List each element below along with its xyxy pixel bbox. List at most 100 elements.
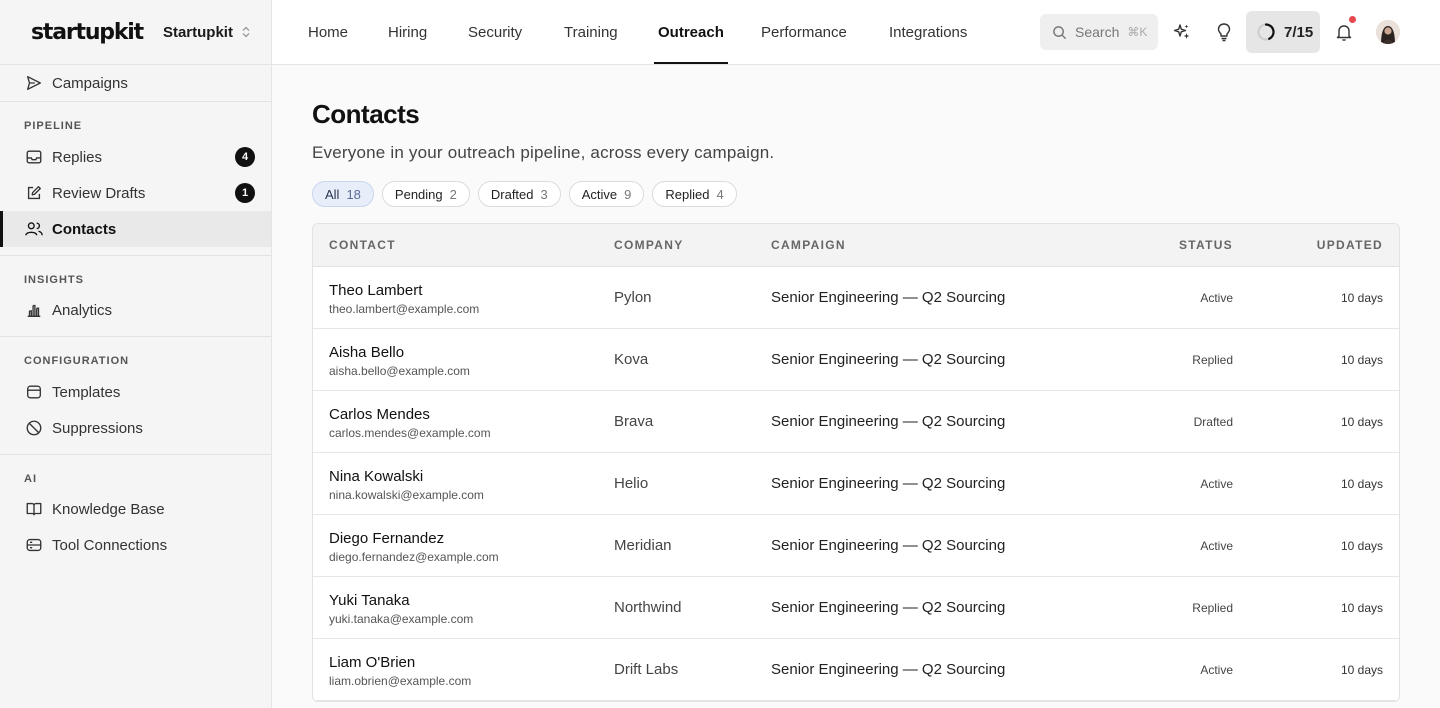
contact-name: Nina Kowalski: [329, 468, 424, 485]
replies-count-badge: 4: [235, 147, 255, 167]
contact-company: Drift Labs: [614, 661, 679, 678]
contact-name: Theo Lambert: [329, 282, 423, 299]
status-badge: Active: [1200, 477, 1233, 491]
contact-email: yuki.tanaka@example.com: [329, 612, 474, 626]
setup-progress-text: 7/15: [1284, 23, 1314, 41]
table-row[interactable]: Carlos Mendes carlos.mendes@example.com Br…: [313, 391, 1399, 453]
sidebar-item-contacts[interactable]: Contacts: [0, 211, 271, 247]
search-placeholder: Search: [1075, 24, 1120, 40]
notifications-bell-icon[interactable]: [1330, 16, 1358, 46]
sidebar-item-label: Tool Connections: [52, 536, 168, 554]
contact-name: Aisha Bello: [329, 344, 405, 361]
table-row[interactable]: Diego Fernandez diego.fernandez@example.c…: [313, 515, 1399, 577]
status-badge: Active: [1200, 539, 1233, 553]
contact-campaign: Senior Engineering — Q2 Sourcing: [771, 475, 1006, 492]
contact-updated: 10 days: [1340, 601, 1383, 615]
ai-sparkles-icon[interactable]: [1168, 18, 1196, 46]
sidebar-item-label: Analytics: [52, 301, 113, 319]
sidebar-item-label: Suppressions: [52, 419, 143, 437]
tab-home[interactable]: Home: [308, 0, 348, 64]
contact-company: Meridian: [614, 537, 672, 554]
status-badge: Replied: [1192, 601, 1233, 615]
contact-updated: 10 days: [1340, 415, 1383, 429]
filter-chip-count: 4: [716, 186, 724, 202]
sidebar-item-tool-connections[interactable]: Tool Connections: [0, 527, 271, 563]
contact-email: aisha.bello@example.com: [329, 364, 470, 378]
lightbulb-icon[interactable]: [1210, 18, 1238, 46]
filter-chip-count: 9: [624, 186, 632, 202]
table-row[interactable]: Aisha Bello aisha.bello@example.com Kova Se…: [313, 329, 1399, 391]
sidebar-item-templates[interactable]: Templates: [0, 374, 271, 410]
column-header-campaign[interactable]: CAMPAIGN: [771, 238, 846, 252]
sidebar-item-suppressions[interactable]: Suppressions: [0, 410, 271, 446]
column-header-company[interactable]: COMPANY: [614, 238, 684, 252]
main-content: Contacts Everyone in your outreach pipel…: [272, 65, 1440, 708]
sidebar-item-label: Knowledge Base: [52, 500, 165, 518]
tab-integrations[interactable]: Integrations: [889, 0, 967, 64]
contact-campaign: Senior Engineering — Q2 Sourcing: [771, 537, 1006, 554]
contact-updated: 10 days: [1340, 477, 1383, 491]
section-label-configuration: CONFIGURATION: [24, 355, 130, 367]
contact-company: Kova: [614, 351, 649, 368]
filter-chip-label: Replied: [665, 186, 710, 202]
avatar[interactable]: [1376, 20, 1400, 44]
inbox-icon: [24, 147, 44, 167]
contact-name: Diego Fernandez: [329, 530, 445, 547]
filter-chip-count: 3: [540, 186, 548, 202]
sidebar-divider: [0, 454, 271, 455]
filter-chip-count: 2: [449, 186, 457, 202]
contact-updated: 10 days: [1340, 539, 1383, 553]
pencil-square-icon: [24, 183, 44, 203]
table-body: Theo Lambert theo.lambert@example.com Pylo…: [313, 267, 1399, 701]
sidebar-item-label: Campaigns: [52, 74, 128, 92]
table-row[interactable]: Yuki Tanaka yuki.tanaka@example.com Northw…: [313, 577, 1399, 639]
contact-name: Carlos Mendes: [329, 406, 430, 423]
contact-campaign: Senior Engineering — Q2 Sourcing: [771, 289, 1006, 306]
column-header-updated[interactable]: UPDATED: [1317, 238, 1383, 252]
filter-chip-active[interactable]: Active 9: [568, 181, 645, 207]
tab-performance[interactable]: Performance: [761, 0, 847, 64]
tab-training[interactable]: Training: [564, 0, 618, 64]
setup-progress-button[interactable]: 7/15: [1246, 11, 1320, 53]
sidebar-item-review-drafts[interactable]: Review Drafts 1: [0, 175, 271, 211]
page-subtitle: Everyone in your outreach pipeline, acro…: [312, 143, 775, 162]
section-label-ai: AI: [24, 473, 37, 485]
filter-chip-pending[interactable]: Pending 2: [381, 181, 470, 207]
tab-outreach[interactable]: Outreach: [654, 0, 728, 64]
column-header-contact[interactable]: CONTACT: [329, 238, 396, 252]
workspace-name: Startupkit: [162, 23, 233, 41]
filter-chip-drafted[interactable]: Drafted 3: [477, 181, 561, 207]
contact-email: diego.fernandez@example.com: [329, 550, 499, 564]
contact-company: Northwind: [614, 599, 682, 616]
sidebar-item-campaigns[interactable]: Campaigns: [0, 65, 271, 101]
search-input[interactable]: Search ⌘K: [1040, 14, 1158, 50]
tab-hiring[interactable]: Hiring: [388, 0, 427, 64]
filter-chip-label: Pending: [394, 186, 443, 202]
startupkit-logo[interactable]: startupkit: [31, 20, 144, 45]
filter-chip-replied[interactable]: Replied 4: [652, 181, 737, 207]
filter-chip-label: Active: [581, 186, 618, 202]
status-badge: Active: [1200, 291, 1233, 305]
sidebar-divider: [0, 336, 271, 337]
search-shortcut: ⌘K: [1127, 25, 1148, 39]
filter-chip-count: 18: [346, 186, 361, 202]
table-row[interactable]: Nina Kowalski nina.kowalski@example.com He…: [313, 453, 1399, 515]
tab-security[interactable]: Security: [468, 0, 522, 64]
sidebar-item-replies[interactable]: Replies 4: [0, 139, 271, 175]
column-header-status[interactable]: STATUS: [1179, 238, 1233, 252]
contact-updated: 10 days: [1340, 663, 1383, 677]
sidebar-item-knowledge-base[interactable]: Knowledge Base: [0, 491, 271, 527]
progress-ring-icon: [1256, 22, 1276, 42]
status-badge: Replied: [1192, 353, 1233, 367]
send-icon: [24, 73, 44, 93]
workspace-switcher[interactable]: Startupkit: [163, 24, 251, 41]
sidebar-item-label: Contacts: [52, 220, 117, 238]
table-row[interactable]: Liam O'Brien liam.obrien@example.com Drift…: [313, 639, 1399, 701]
template-icon: [24, 382, 44, 402]
table-row[interactable]: Theo Lambert theo.lambert@example.com Pylo…: [313, 267, 1399, 329]
sidebar-item-analytics[interactable]: Analytics: [0, 292, 271, 328]
contact-email: theo.lambert@example.com: [329, 302, 480, 316]
section-label-insights: INSIGHTS: [24, 274, 84, 286]
contact-email: carlos.mendes@example.com: [329, 426, 491, 440]
filter-chip-all[interactable]: All 18: [312, 181, 374, 207]
